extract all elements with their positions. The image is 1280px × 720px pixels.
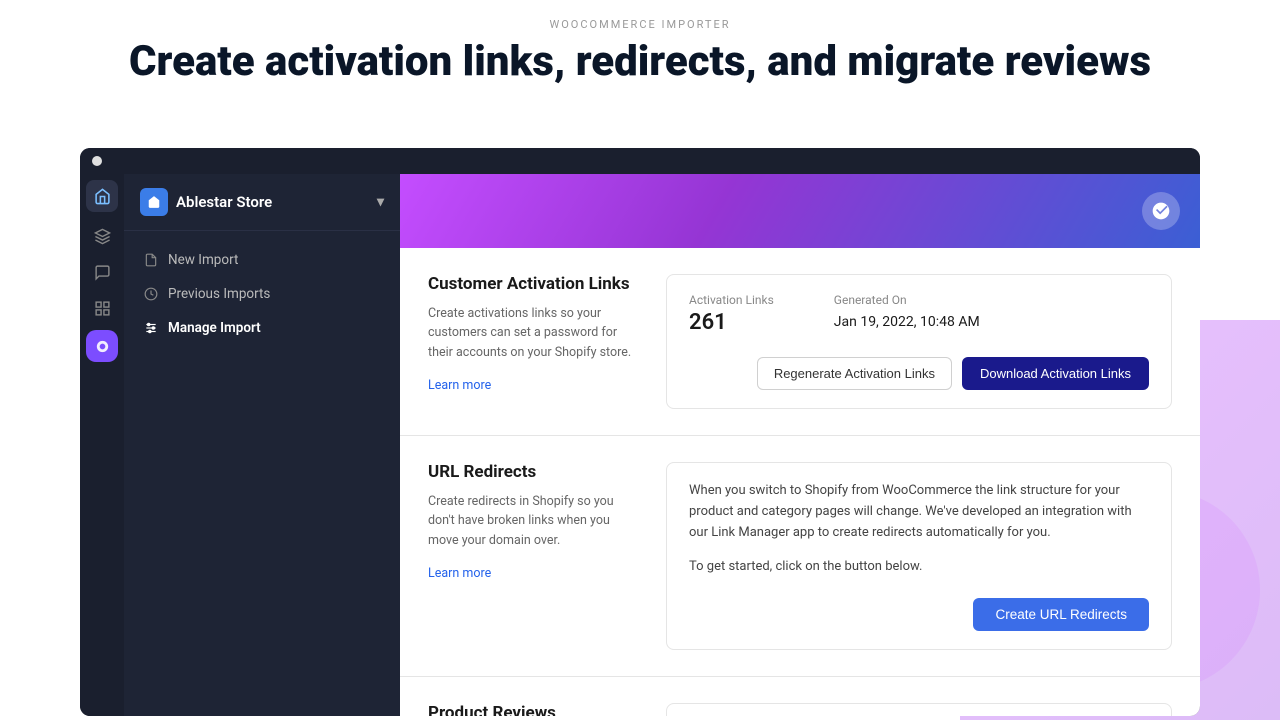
generated-on: Generated On Jan 19, 2022, 10:48 AM: [834, 293, 980, 335]
nav-arrow-button[interactable]: [1142, 192, 1180, 230]
product-reviews-left: Product Reviews Export your WooCommerce …: [428, 703, 638, 716]
product-reviews-section: Product Reviews Export your WooCommerce …: [400, 677, 1200, 716]
product-reviews-title: Product Reviews: [428, 703, 638, 716]
activation-links-section: Customer Activation Links Create activat…: [400, 248, 1200, 436]
nav-label-manage-import: Manage Import: [168, 320, 261, 336]
generated-on-value: Jan 19, 2022, 10:48 AM: [834, 310, 980, 330]
sidebar-icon-message[interactable]: [86, 256, 118, 288]
window-titlebar: [80, 148, 1200, 174]
page-title: Create activation links, redirects, and …: [0, 39, 1280, 85]
generated-on-label: Generated On: [834, 293, 980, 307]
activation-links-left: Customer Activation Links Create activat…: [428, 274, 638, 409]
nav-item-previous-imports[interactable]: Previous Imports: [132, 277, 392, 311]
nav-item-manage-import[interactable]: Manage Import: [132, 311, 392, 345]
url-redirects-left: URL Redirects Create redirects in Shopif…: [428, 462, 638, 650]
url-redirects-body1: When you switch to Shopify from WooComme…: [689, 481, 1149, 543]
app-window: Ablestar Store ▾ New Import: [80, 148, 1200, 716]
activation-count-label: Activation Links: [689, 293, 774, 307]
url-redirects-learn-more[interactable]: Learn more: [428, 566, 491, 581]
url-redirects-desc: Create redirects in Shopify so you don't…: [428, 492, 638, 550]
activation-count-value: 261: [689, 310, 774, 335]
create-url-redirects-button[interactable]: Create URL Redirects: [973, 598, 1149, 631]
activation-links-desc: Create activations links so your custome…: [428, 304, 638, 362]
sidebar-icon-analytics[interactable]: [86, 292, 118, 324]
nav-item-new-import[interactable]: New Import: [132, 243, 392, 277]
sidebar-icon-layers[interactable]: [86, 220, 118, 252]
nav-label-previous-imports: Previous Imports: [168, 286, 270, 302]
page-header: WOOCOMMERCE IMPORTER Create activation l…: [0, 0, 1280, 95]
store-name: Ablestar Store: [176, 193, 272, 211]
sidebar-icon-app[interactable]: [86, 330, 118, 362]
icon-sidebar: [80, 174, 124, 716]
url-redirects-body2: To get started, click on the button belo…: [689, 557, 1149, 578]
window-close-dot: [92, 156, 102, 166]
main-content: Customer Activation Links Create activat…: [400, 174, 1200, 716]
clock-icon: [144, 287, 158, 301]
store-selector[interactable]: Ablestar Store ▾: [124, 174, 400, 231]
regenerate-activation-button[interactable]: Regenerate Activation Links: [757, 357, 952, 390]
download-activation-button[interactable]: Download Activation Links: [962, 357, 1149, 390]
sidebar-icon-store[interactable]: [86, 180, 118, 212]
file-icon: [144, 253, 158, 267]
activation-links-title: Customer Activation Links: [428, 274, 638, 294]
nav-items: New Import Previous Imports Manag: [124, 231, 400, 357]
nav-label-new-import: New Import: [168, 252, 238, 268]
activation-links-learn-more[interactable]: Learn more: [428, 378, 491, 393]
url-redirects-title: URL Redirects: [428, 462, 638, 482]
content-area[interactable]: Customer Activation Links Create activat…: [400, 248, 1200, 716]
url-redirects-section: URL Redirects Create redirects in Shopif…: [400, 436, 1200, 677]
activation-links-right: Activation Links 261 Generated On Jan 19…: [666, 274, 1172, 409]
store-chevron: ▾: [377, 194, 384, 210]
url-redirects-right: When you switch to Shopify from WooComme…: [666, 462, 1172, 650]
activation-count: Activation Links 261: [689, 293, 774, 335]
sliders-icon: [144, 321, 158, 335]
page-subtitle: WOOCOMMERCE IMPORTER: [0, 18, 1280, 31]
header-banner: [400, 174, 1200, 248]
product-reviews-right: We can only export reviews stored within…: [666, 703, 1172, 716]
sidebar-nav: Ablestar Store ▾ New Import: [124, 174, 400, 716]
